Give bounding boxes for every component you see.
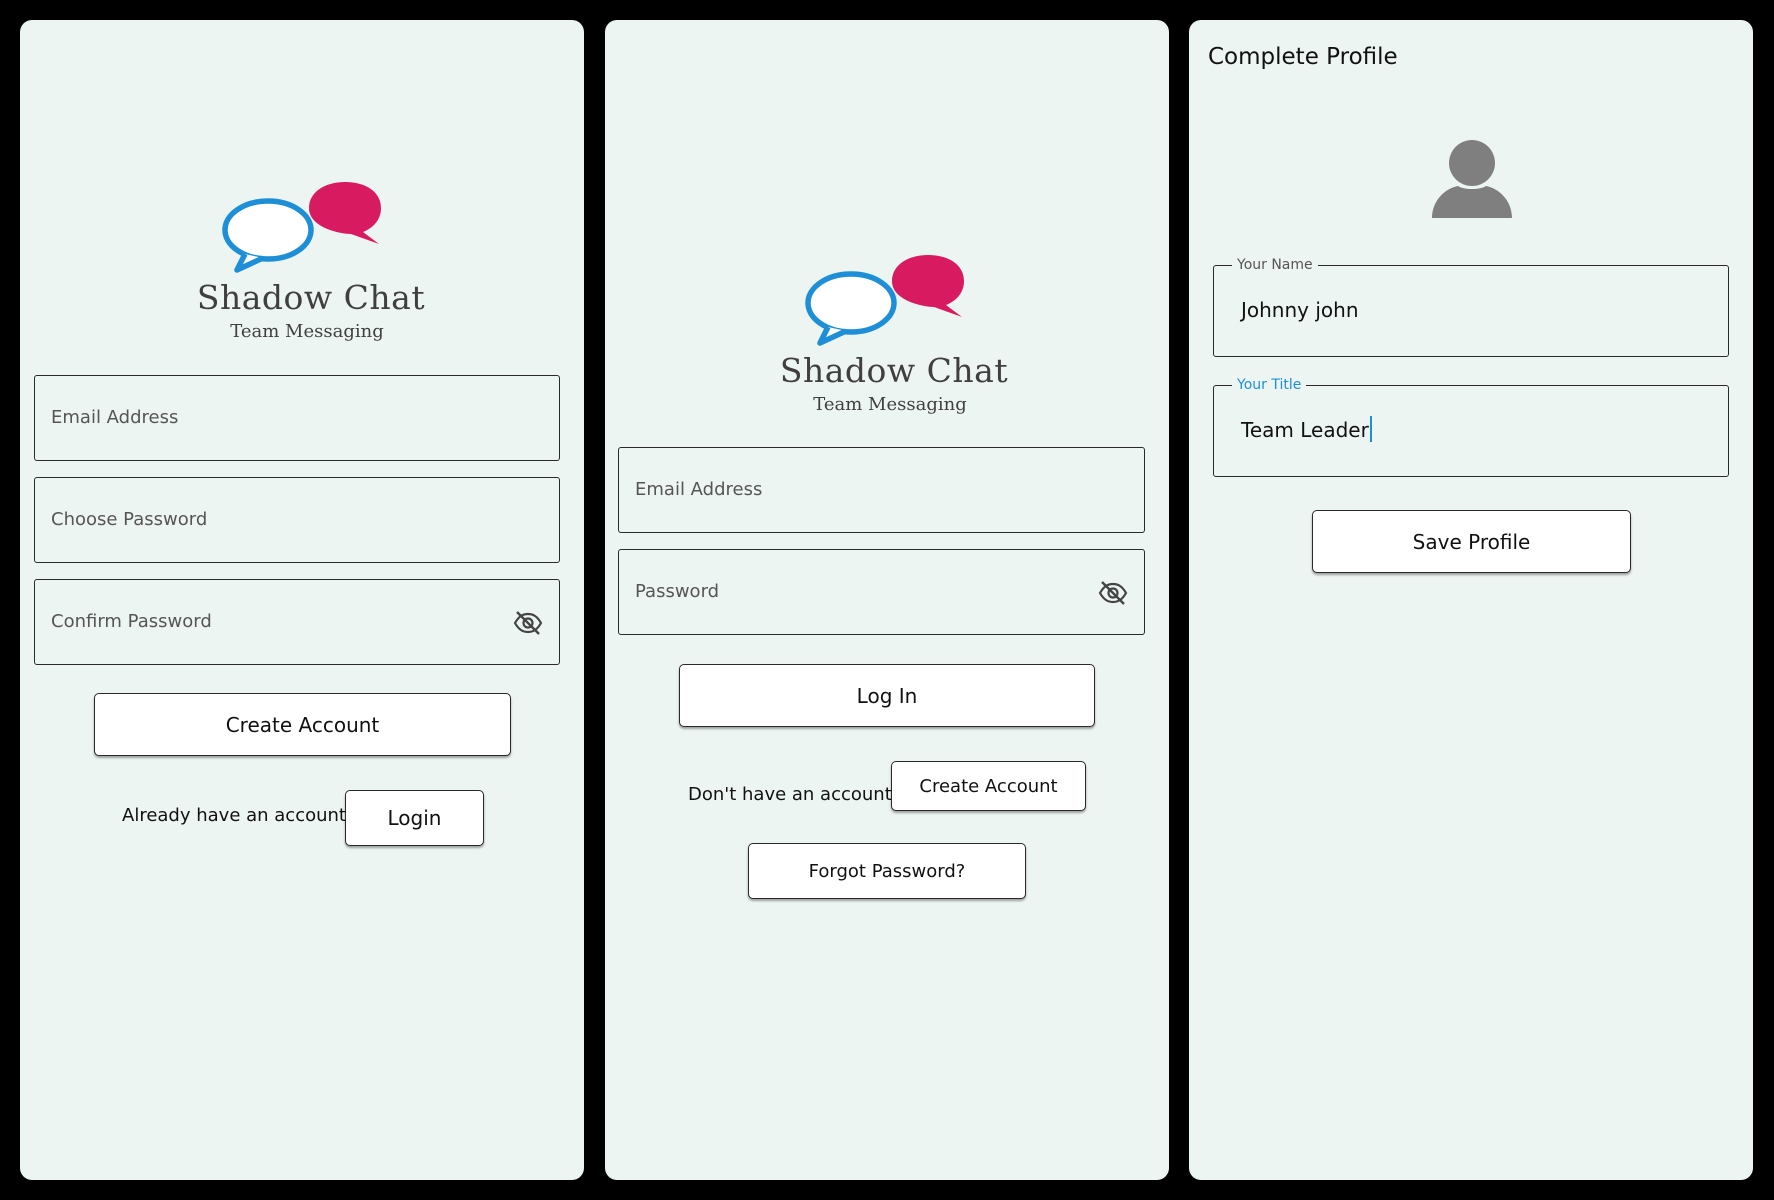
chat-bubbles-icon xyxy=(805,255,964,346)
profile-screen: Complete Profile Your Name Johnny john Y… xyxy=(1189,20,1753,1180)
confirm-password-field[interactable]: Confirm Password xyxy=(34,579,560,665)
email-field[interactable]: Email Address xyxy=(618,447,1145,533)
app-logo: Shadow Chat Team Messaging xyxy=(774,253,1014,423)
logo-tagline: Team Messaging xyxy=(230,321,384,342)
confirm-password-placeholder: Confirm Password xyxy=(51,611,212,632)
name-field[interactable]: Your Name Johnny john xyxy=(1213,256,1729,357)
password-field[interactable]: Password xyxy=(618,549,1145,635)
logo-title: Shadow Chat xyxy=(196,278,426,317)
page-title: Complete Profile xyxy=(1208,44,1398,70)
password-placeholder: Password xyxy=(635,581,720,602)
log-in-button[interactable]: Log In xyxy=(679,664,1095,727)
create-account-button[interactable]: Create Account xyxy=(94,693,511,756)
logo-tagline: Team Messaging xyxy=(813,394,967,415)
choose-password-placeholder: Choose Password xyxy=(51,509,208,530)
text-cursor xyxy=(1369,416,1372,442)
email-field[interactable]: Email Address xyxy=(34,375,560,461)
create-account-button[interactable]: Create Account xyxy=(891,761,1086,811)
app-logo: Shadow Chat Team Messaging xyxy=(191,180,431,350)
already-have-account-text: Already have an account? xyxy=(122,805,356,826)
no-account-text: Don't have an account? xyxy=(688,784,902,805)
eye-off-icon[interactable] xyxy=(513,608,543,638)
email-placeholder: Email Address xyxy=(635,479,763,500)
name-field-value: Johnny john xyxy=(1241,298,1359,322)
save-profile-button[interactable]: Save Profile xyxy=(1312,510,1631,573)
email-placeholder: Email Address xyxy=(51,407,179,428)
login-button[interactable]: Login xyxy=(345,790,484,846)
signup-screen: Shadow Chat Team Messaging Email Address… xyxy=(20,20,584,1180)
title-field-value-wrap: Team Leader xyxy=(1241,386,1372,474)
logo-title: Shadow Chat xyxy=(779,351,1009,390)
title-field-value: Team Leader xyxy=(1241,418,1369,442)
title-field[interactable]: Your Title Team Leader xyxy=(1213,376,1729,477)
user-avatar-icon[interactable] xyxy=(1432,140,1512,218)
login-screen: Shadow Chat Team Messaging Email Address… xyxy=(605,20,1169,1180)
forgot-password-button[interactable]: Forgot Password? xyxy=(748,843,1026,899)
chat-bubbles-icon xyxy=(222,182,381,273)
choose-password-field[interactable]: Choose Password xyxy=(34,477,560,563)
eye-off-icon[interactable] xyxy=(1098,578,1128,608)
